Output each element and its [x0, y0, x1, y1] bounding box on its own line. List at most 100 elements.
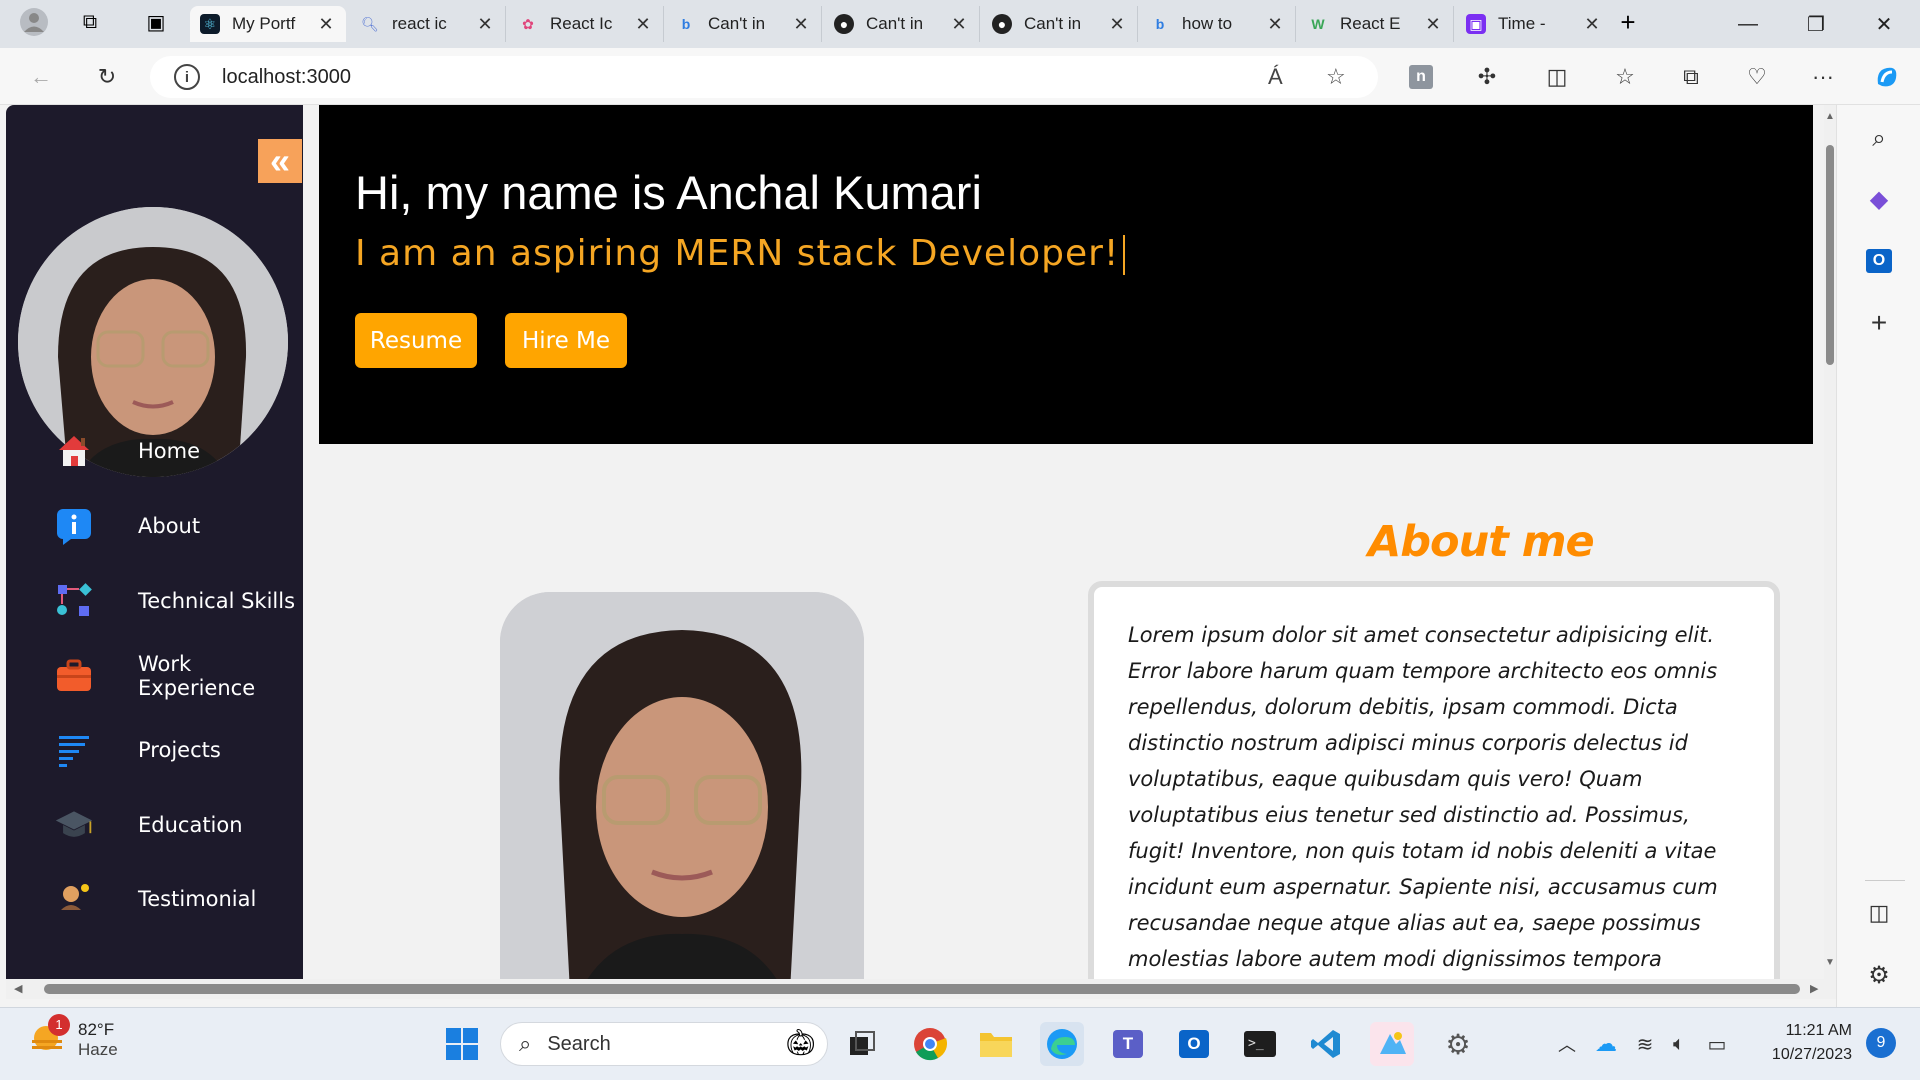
- about-section-title: About me: [1368, 517, 1595, 567]
- tab-my-portfolio[interactable]: ⚛ My Portf ✕: [190, 6, 346, 42]
- scroll-left-arrow-icon[interactable]: ◀: [14, 982, 22, 995]
- scroll-down-arrow-icon[interactable]: ▼: [1825, 957, 1835, 968]
- tab-react-icons[interactable]: ✿ React Ic ✕: [508, 6, 664, 42]
- react-icons-favicon-icon: ✿: [522, 15, 534, 32]
- settings-gear-icon[interactable]: ⚙: [1859, 955, 1899, 995]
- battery-icon[interactable]: ▭: [1700, 1022, 1734, 1066]
- resume-button[interactable]: Resume: [355, 313, 477, 368]
- windows-taskbar: 1 82°F Haze ⌕ Search 🎃︎ T O >_ ⚙ ︿ ☁ ≋ 🔈…: [0, 1007, 1920, 1080]
- sidebar-item-projects[interactable]: Projects: [6, 720, 303, 780]
- sidebar-item-education[interactable]: Education: [6, 795, 303, 855]
- sidebar-layout-icon[interactable]: ◫: [1859, 893, 1899, 933]
- close-tab-icon[interactable]: ✕: [791, 14, 811, 35]
- horizontal-scroll-thumb[interactable]: [44, 984, 1800, 994]
- outlook-icon[interactable]: O: [1859, 241, 1899, 281]
- refresh-icon[interactable]: ↻: [90, 60, 124, 94]
- teams-icon[interactable]: T: [1106, 1022, 1150, 1066]
- tab-cant-import-2[interactable]: ● Can't in ✕: [824, 6, 980, 42]
- settings-app-icon[interactable]: ⚙: [1436, 1022, 1480, 1066]
- split-screen-icon[interactable]: ◫: [1540, 60, 1574, 94]
- windows-start-icon[interactable]: [440, 1022, 484, 1066]
- about-photo: [500, 592, 864, 979]
- search-icon[interactable]: ⌕: [1859, 119, 1899, 159]
- github-favicon-icon: ●: [992, 14, 1012, 34]
- read-aloud-icon[interactable]: Á: [1268, 64, 1283, 90]
- portfolio-sidebar: « Home About Technical Skills Work Exper…: [6, 105, 303, 979]
- vertical-scroll-thumb[interactable]: [1826, 145, 1834, 365]
- sidebar-item-technical-skills[interactable]: Technical Skills: [6, 571, 303, 631]
- terminal-icon[interactable]: >_: [1238, 1022, 1282, 1066]
- collections-icon[interactable]: ⧉: [1674, 60, 1708, 94]
- task-view-icon[interactable]: [840, 1022, 884, 1066]
- close-tab-icon[interactable]: ✕: [1582, 14, 1602, 35]
- extension-n-icon[interactable]: n: [1404, 60, 1438, 94]
- edge-browser-icon[interactable]: [1040, 1022, 1084, 1066]
- close-tab-icon[interactable]: ✕: [949, 14, 969, 35]
- collapse-sidebar-button[interactable]: «: [258, 139, 302, 183]
- scroll-right-arrow-icon[interactable]: ▶: [1810, 982, 1818, 995]
- browser-tab-strip: ⧉ ▣ ⚛ My Portf ✕ 🔍︎ react ic ✕ ✿ React I…: [0, 0, 1920, 48]
- hero-section: Hi, my name is Anchal Kumari I am an asp…: [319, 105, 1813, 444]
- url-text[interactable]: localhost:3000: [222, 66, 351, 89]
- new-tab-icon[interactable]: +: [1608, 2, 1648, 42]
- taskbar-search[interactable]: ⌕ Search 🎃︎: [500, 1022, 828, 1066]
- extensions-puzzle-icon[interactable]: ✣: [1470, 60, 1504, 94]
- sidebar-item-about[interactable]: About: [6, 496, 303, 556]
- clock-time[interactable]: 11:21 AM: [1744, 1022, 1852, 1040]
- tab-label: Time -: [1498, 14, 1546, 33]
- close-window-icon[interactable]: ✕: [1852, 0, 1916, 48]
- favorites-icon[interactable]: ☆: [1608, 60, 1642, 94]
- add-sidebar-app-icon[interactable]: +: [1859, 303, 1899, 343]
- tab-how-to[interactable]: b how to ✕: [1140, 6, 1296, 42]
- wifi-icon[interactable]: ≋: [1630, 1022, 1660, 1066]
- copilot-sidebar-icon[interactable]: ◆: [1859, 179, 1899, 219]
- browser-essentials-icon[interactable]: ♡: [1740, 60, 1774, 94]
- hero-heading: Hi, my name is Anchal Kumari: [355, 166, 982, 219]
- notification-count-badge[interactable]: 9: [1866, 1028, 1896, 1058]
- workspaces-icon[interactable]: ⧉: [70, 2, 110, 42]
- paint-app-icon[interactable]: [1370, 1022, 1414, 1066]
- close-tab-icon[interactable]: ✕: [1265, 14, 1285, 35]
- sidebar-item-home[interactable]: Home: [6, 421, 303, 481]
- site-info-icon[interactable]: i: [174, 64, 200, 90]
- sidebar-item-label: Testimonial: [138, 887, 257, 911]
- vertical-tabs-icon[interactable]: ▣: [136, 2, 176, 42]
- chrome-icon[interactable]: [908, 1022, 952, 1066]
- weather-widget[interactable]: 1 82°F Haze: [28, 1014, 118, 1060]
- close-tab-icon[interactable]: ✕: [633, 14, 653, 35]
- sidebar-item-label: Projects: [138, 738, 221, 762]
- address-bar[interactable]: i localhost:3000 Á ☆: [150, 56, 1378, 98]
- vscode-icon[interactable]: [1304, 1022, 1348, 1066]
- hero-subheading: I am an aspiring MERN stack Developer!: [355, 233, 1126, 275]
- close-tab-icon[interactable]: ✕: [1423, 14, 1443, 35]
- clock-date[interactable]: 10/27/2023: [1744, 1046, 1852, 1064]
- tab-cant-import-3[interactable]: ● Can't in ✕: [982, 6, 1138, 42]
- sidebar-item-testimonial[interactable]: Testimonial: [6, 869, 303, 929]
- sidebar-item-work-experience[interactable]: Work Experience: [6, 646, 303, 706]
- back-icon[interactable]: ←: [24, 60, 58, 94]
- more-options-icon[interactable]: ···: [1806, 60, 1840, 94]
- horizontal-scrollbar[interactable]: ◀ ▶: [6, 979, 1836, 999]
- close-tab-icon[interactable]: ✕: [316, 14, 336, 35]
- tab-time[interactable]: ▣ Time - ✕: [1456, 6, 1612, 42]
- show-hidden-icons-chevron-icon[interactable]: ︿: [1554, 1022, 1580, 1066]
- tab-label: My Portf: [232, 14, 296, 33]
- close-tab-icon[interactable]: ✕: [475, 14, 495, 35]
- projects-icon: [54, 730, 94, 770]
- volume-icon[interactable]: 🔈︎: [1664, 1022, 1694, 1066]
- onedrive-icon[interactable]: ☁: [1590, 1022, 1622, 1066]
- scroll-up-arrow-icon[interactable]: ▲: [1825, 111, 1835, 122]
- favorite-star-icon[interactable]: ☆: [1326, 64, 1346, 90]
- outlook-taskbar-icon[interactable]: O: [1172, 1022, 1216, 1066]
- tab-react-icons-search[interactable]: 🔍︎ react ic ✕: [350, 6, 506, 42]
- minimize-icon[interactable]: —: [1716, 0, 1780, 48]
- close-tab-icon[interactable]: ✕: [1107, 14, 1127, 35]
- tab-react-e[interactable]: W React E ✕: [1298, 6, 1454, 42]
- tab-cant-import-1[interactable]: b Can't in ✕: [666, 6, 822, 42]
- restore-icon[interactable]: ❐: [1784, 0, 1848, 48]
- profile-icon[interactable]: [14, 2, 54, 42]
- file-explorer-icon[interactable]: [974, 1022, 1018, 1066]
- copilot-icon[interactable]: [1870, 60, 1904, 94]
- hire-me-button[interactable]: Hire Me: [505, 313, 627, 368]
- vertical-scrollbar[interactable]: ▲ ▼: [1824, 105, 1836, 979]
